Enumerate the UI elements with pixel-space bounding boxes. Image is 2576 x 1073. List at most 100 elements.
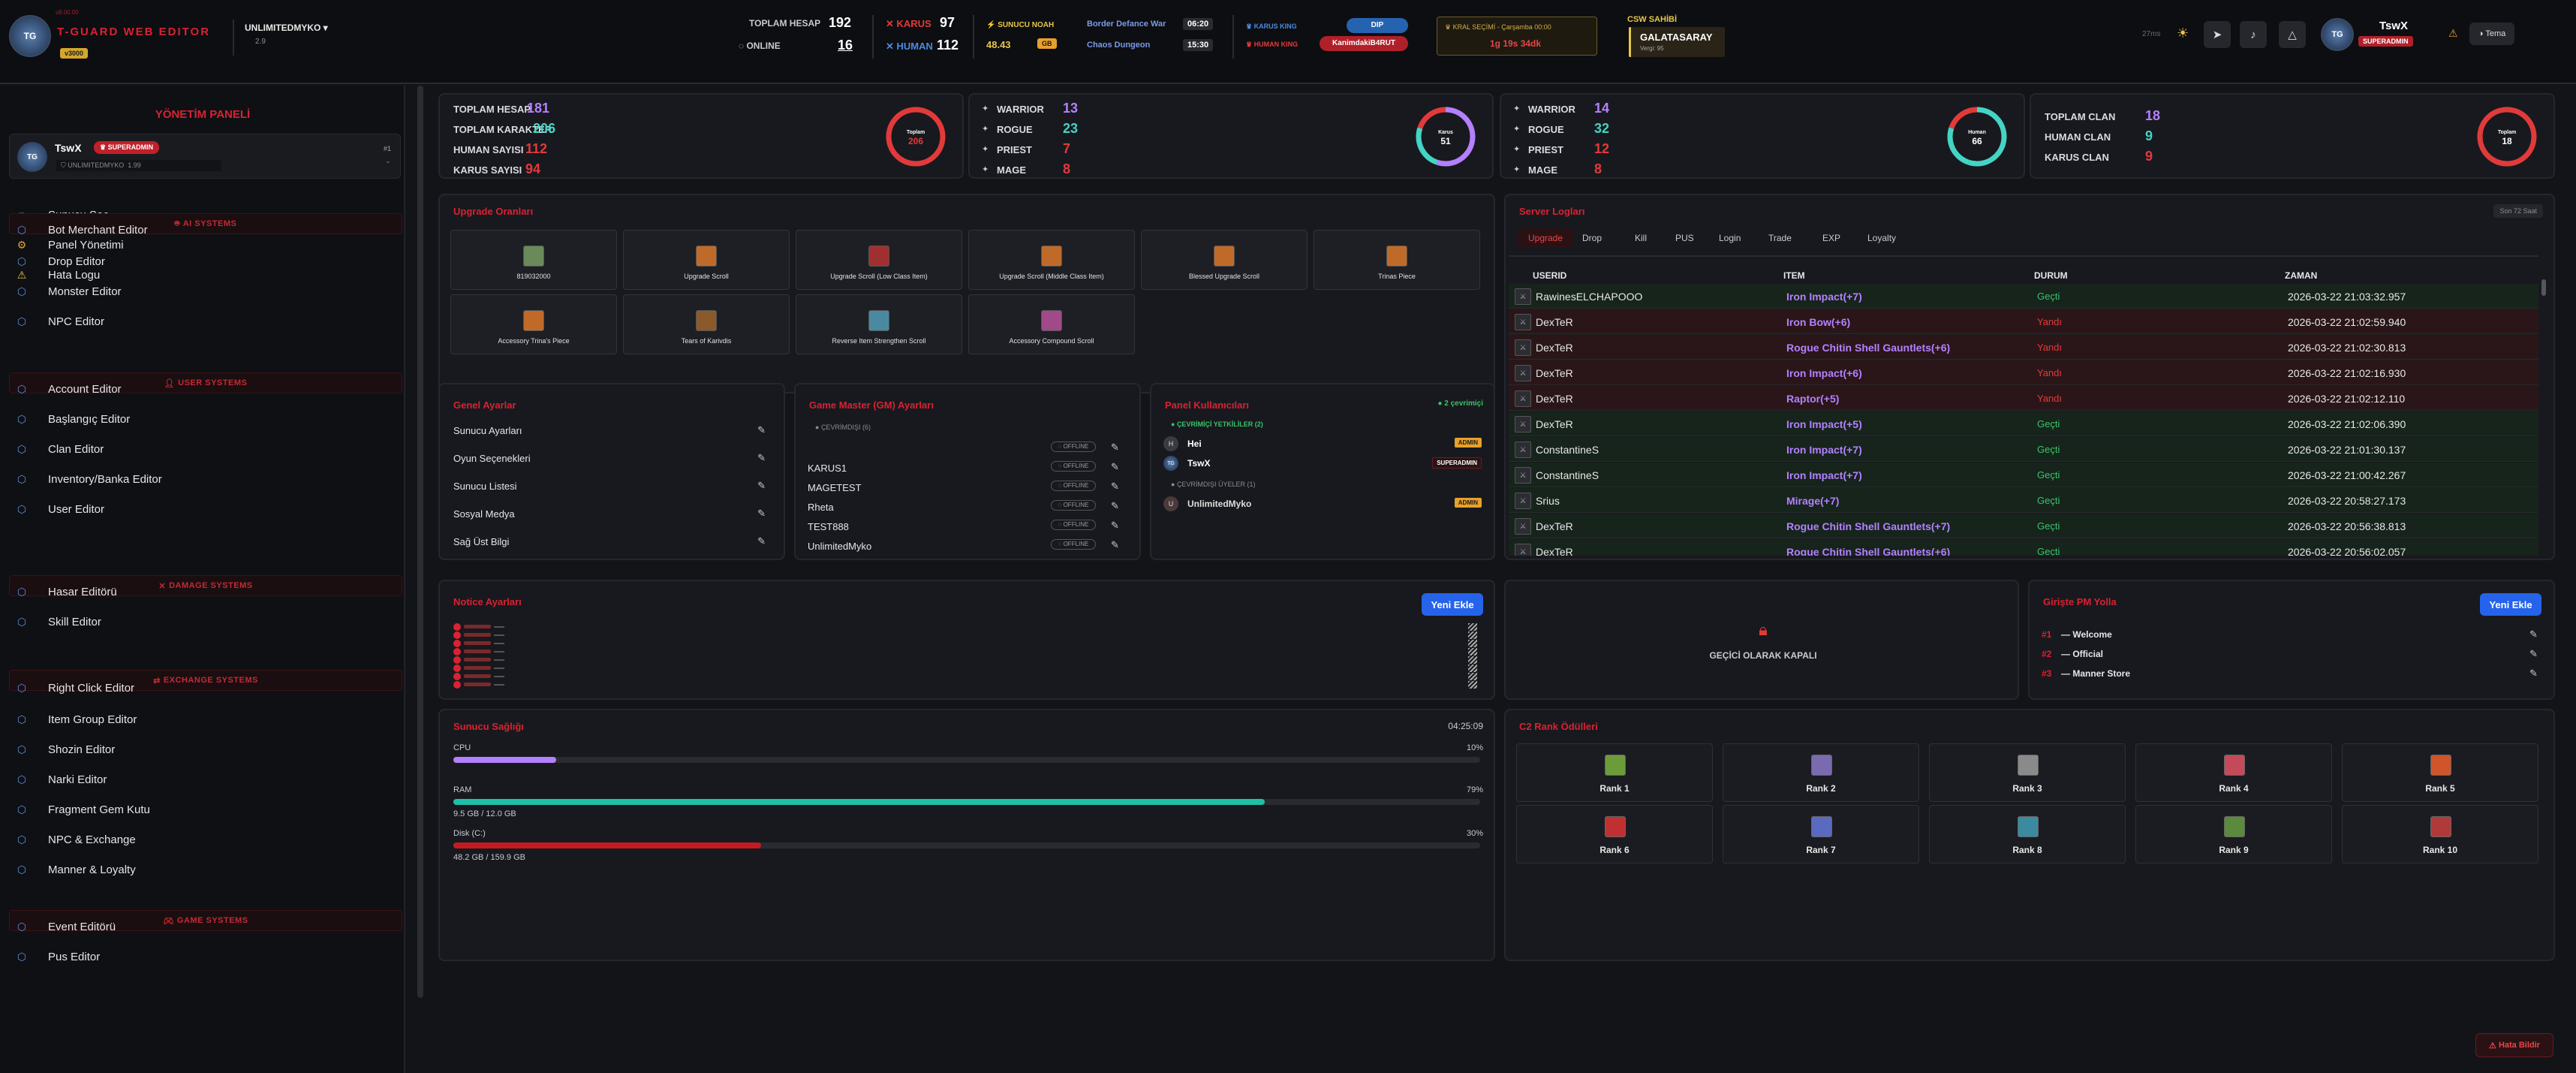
upgrade-item[interactable]: Upgrade Scroll [623,230,790,290]
sidebar-item[interactable]: ⬡ NPC & Exchange [14,824,389,854]
logs-scrollbar[interactable] [2541,279,2546,296]
upgrade-item[interactable]: Upgrade Scroll (Middle Class Item) [968,230,1135,290]
upgrade-item[interactable]: Upgrade Scroll (Low Class Item) [796,230,962,290]
drag-handle[interactable] [1468,673,1477,680]
settings-item[interactable]: Sunucu Listesi ✎ [453,475,766,497]
sidebar-item[interactable]: ⬡ Event Editörü [14,912,389,942]
drag-handle[interactable] [1468,665,1477,672]
edit-icon[interactable]: ✎ [2529,628,2538,640]
settings-item[interactable]: Oyun Seçenekleri ✎ [453,447,766,469]
edit-icon[interactable]: ✎ [757,424,766,436]
rank-reward[interactable]: Rank 5 [2342,743,2538,802]
upgrade-item[interactable]: Reverse Item Strengthen Scroll [796,294,962,354]
table-row[interactable]: ⚔ Srius Mirage(+7) Geçti 2026-03-22 20:58:27… [1509,488,2538,513]
settings-item[interactable]: Sunucu Ayarları ✎ [453,419,766,442]
edit-icon[interactable]: ✎ [1111,481,1119,493]
sun-icon[interactable]: ☀ [2177,26,2189,41]
sidebar-item[interactable]: ⬡ Pus Editor [14,942,389,972]
upgrade-item[interactable]: Accessory Compound Scroll [968,294,1135,354]
human-king-name[interactable]: KanimdakiB4RUT [1320,36,1408,51]
panel-user-row[interactable]: U UnlimitedMyko ADMIN [1163,494,1482,514]
warning-icon[interactable]: ⚠ [2448,27,2458,40]
karus-king-name[interactable]: DIP [1347,18,1408,33]
edit-icon[interactable]: ✎ [757,480,766,492]
edit-icon[interactable]: ✎ [2529,668,2538,680]
tab-exp[interactable]: EXP [1822,233,1840,243]
edit-icon[interactable]: ✎ [757,508,766,520]
sidebar-item[interactable]: ⬡ Manner & Loyalty [14,854,389,885]
table-row[interactable]: ⚔ DexTeR Rogue Chitin Shell Gauntlets(+6) Y… [1509,335,2538,360]
sidebar-item[interactable]: ⬡ User Editor [14,494,389,524]
upgrade-item[interactable]: 819032000 [450,230,617,290]
upgrade-item[interactable]: Blessed Upgrade Scroll [1141,230,1308,290]
table-row[interactable]: ⚔ DexTeR Iron Impact(+5) Geçti 2026-03-22 21… [1509,411,2538,436]
theme-button[interactable]: ◑ Tema [2469,23,2514,45]
drag-handle[interactable] [1468,656,1477,664]
tab-kill[interactable]: Kill [1635,233,1647,243]
edit-icon[interactable]: ✎ [1111,520,1119,532]
send-icon[interactable]: ➤ [2204,21,2231,48]
avatar[interactable]: TG [2321,18,2354,51]
bell-icon[interactable]: ♪ [2240,21,2267,48]
table-row[interactable]: ⚔ DexTeR Raptor(+5) Yandı 2026-03-22 21:02:1… [1509,386,2538,411]
tab-login[interactable]: Login [1719,233,1741,243]
table-row[interactable]: ⚔ RawinesELCHAPOOO Iron Impact(+7) Geçti 202… [1509,284,2538,309]
tab-upgrade[interactable]: Upgrade [1518,228,1574,248]
drag-handle[interactable] [1468,648,1477,656]
tab-trade[interactable]: Trade [1768,233,1792,243]
sidebar-item[interactable]: ⬡ Clan Editor [14,434,389,464]
drag-handle[interactable] [1468,681,1477,689]
rank-reward[interactable]: Rank 3 [1929,743,2126,802]
table-row[interactable]: ⚔ DexTeR Iron Bow(+6) Yandı 2026-03-22 21:02… [1509,309,2538,334]
edit-icon[interactable]: ✎ [1111,442,1119,454]
sidebar-item[interactable]: ⬡ Skill Editor [14,607,389,637]
edit-icon[interactable]: ✎ [757,535,766,547]
sidebar-item[interactable]: ⬡ Fragment Gem Kutu [14,794,389,824]
rank-reward[interactable]: Rank 8 [1929,805,2126,864]
sidebar-item[interactable]: ⬡ Başlangıç Editor [14,404,389,434]
rank-reward[interactable]: Rank 10 [2342,805,2538,864]
rank-reward[interactable]: Rank 9 [2135,805,2332,864]
tab-pus[interactable]: PUS [1675,233,1694,243]
sidebar-item[interactable]: ⬡ Monster Editor [14,276,389,306]
rank-reward[interactable]: Rank 2 [1723,743,1919,802]
sidebar-profile[interactable]: TG TswX ♛ SUPERADMIN ⛉ UNLIMITEDMYKO 1.9… [9,134,401,179]
drag-handle[interactable] [1468,640,1477,647]
sidebar-item[interactable]: ⬡ Narki Editor [14,764,389,794]
brand-logo[interactable]: TG [9,15,51,57]
upgrade-item[interactable]: Trinas Piece [1314,230,1480,290]
edit-icon[interactable]: ✎ [1111,461,1119,473]
panel-user-row[interactable]: TG TswX SUPERADMIN [1163,454,1482,473]
table-row[interactable]: ⚔ ConstantineS Iron Impact(+7) Geçti 2026-03… [1509,437,2538,462]
chevron-down-icon[interactable]: ⌄ [385,157,391,165]
rank-reward[interactable]: Rank 6 [1516,805,1713,864]
edit-icon[interactable]: ✎ [1111,539,1119,551]
drag-handle[interactable] [1468,623,1477,631]
tab-drop[interactable]: Drop [1582,233,1602,243]
table-row[interactable]: ⚔ ConstantineS Iron Impact(+7) Geçti 2026-03… [1509,463,2538,487]
upgrade-item[interactable]: Accessory Trina's Piece [450,294,617,354]
sidebar-item[interactable]: ⬡ Hasar Editörü [14,577,389,607]
report-bug-button[interactable]: ⚠ Hata Bildir [2475,1033,2553,1057]
server-user[interactable]: UNLIMITEDMYKO ▾ [245,23,328,33]
sidebar-item[interactable]: ⬡ Item Group Editor [14,704,389,734]
table-row[interactable]: ⚔ DexTeR Rogue Chitin Shell Gauntlets(+6) G… [1509,539,2538,556]
drag-handle[interactable] [1468,631,1477,639]
sidebar-item[interactable]: ⬡ Shozin Editor [14,734,389,764]
rank-reward[interactable]: Rank 7 [1723,805,1919,864]
sidebar-item[interactable]: ⬡ Drop Editor [14,246,389,276]
edit-icon[interactable]: ✎ [2529,648,2538,660]
table-row[interactable]: ⚔ DexTeR Iron Impact(+6) Yandı 2026-03-22 21… [1509,360,2538,385]
notice-add-button[interactable]: Yeni Ekle [1422,593,1483,616]
sidebar-item[interactable]: ⬡ NPC Editor [14,306,389,336]
tab-loyalty[interactable]: Loyalty [1867,233,1896,243]
sidebar-item[interactable]: ⬡ Bot Merchant Editor [14,215,389,245]
sidebar-item[interactable]: ⬡ Inventory/Banka Editor [14,464,389,494]
settings-item[interactable]: Sağ Üst Bilgi ✎ [453,530,766,553]
edit-icon[interactable]: ✎ [1111,500,1119,512]
sidebar-item[interactable]: ⬡ Right Click Editor [14,673,389,703]
login-pm-add-button[interactable]: Yeni Ekle [2480,593,2541,616]
sidebar-scrollbar[interactable] [417,86,423,998]
rank-reward[interactable]: Rank 1 [1516,743,1713,802]
table-row[interactable]: ⚔ DexTeR Rogue Chitin Shell Gauntlets(+7) G… [1509,514,2538,538]
